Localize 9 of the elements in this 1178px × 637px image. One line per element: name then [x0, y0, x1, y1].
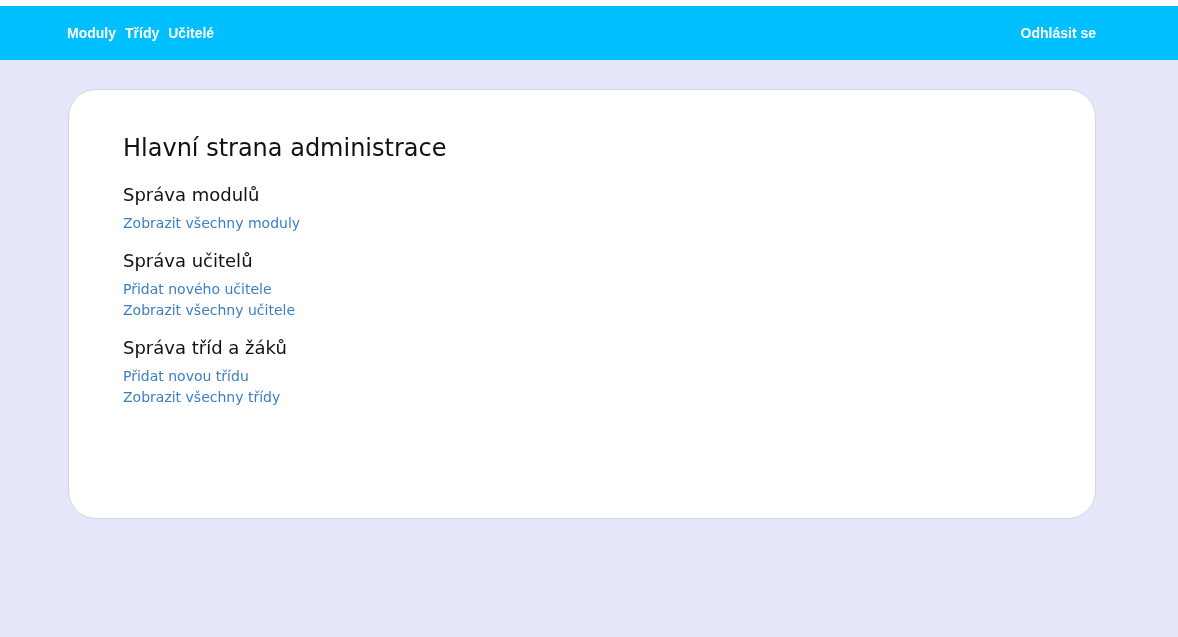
admin-link[interactable]: Zobrazit všechny moduly: [123, 213, 301, 234]
admin-link[interactable]: Zobrazit všechny učitele: [123, 300, 295, 321]
section-heading: Správa modulů: [123, 184, 260, 205]
page-title: Hlavní strana administrace: [123, 134, 448, 162]
section-heading: Správa učitelů: [123, 250, 253, 271]
admin-link[interactable]: Přidat novou třídu: [123, 366, 249, 387]
section-heading: Správa tříd a žáků: [123, 337, 287, 358]
admin-link[interactable]: Přidat nového učitele: [123, 279, 272, 300]
admin-link[interactable]: Zobrazit všechny třídy: [123, 387, 281, 408]
